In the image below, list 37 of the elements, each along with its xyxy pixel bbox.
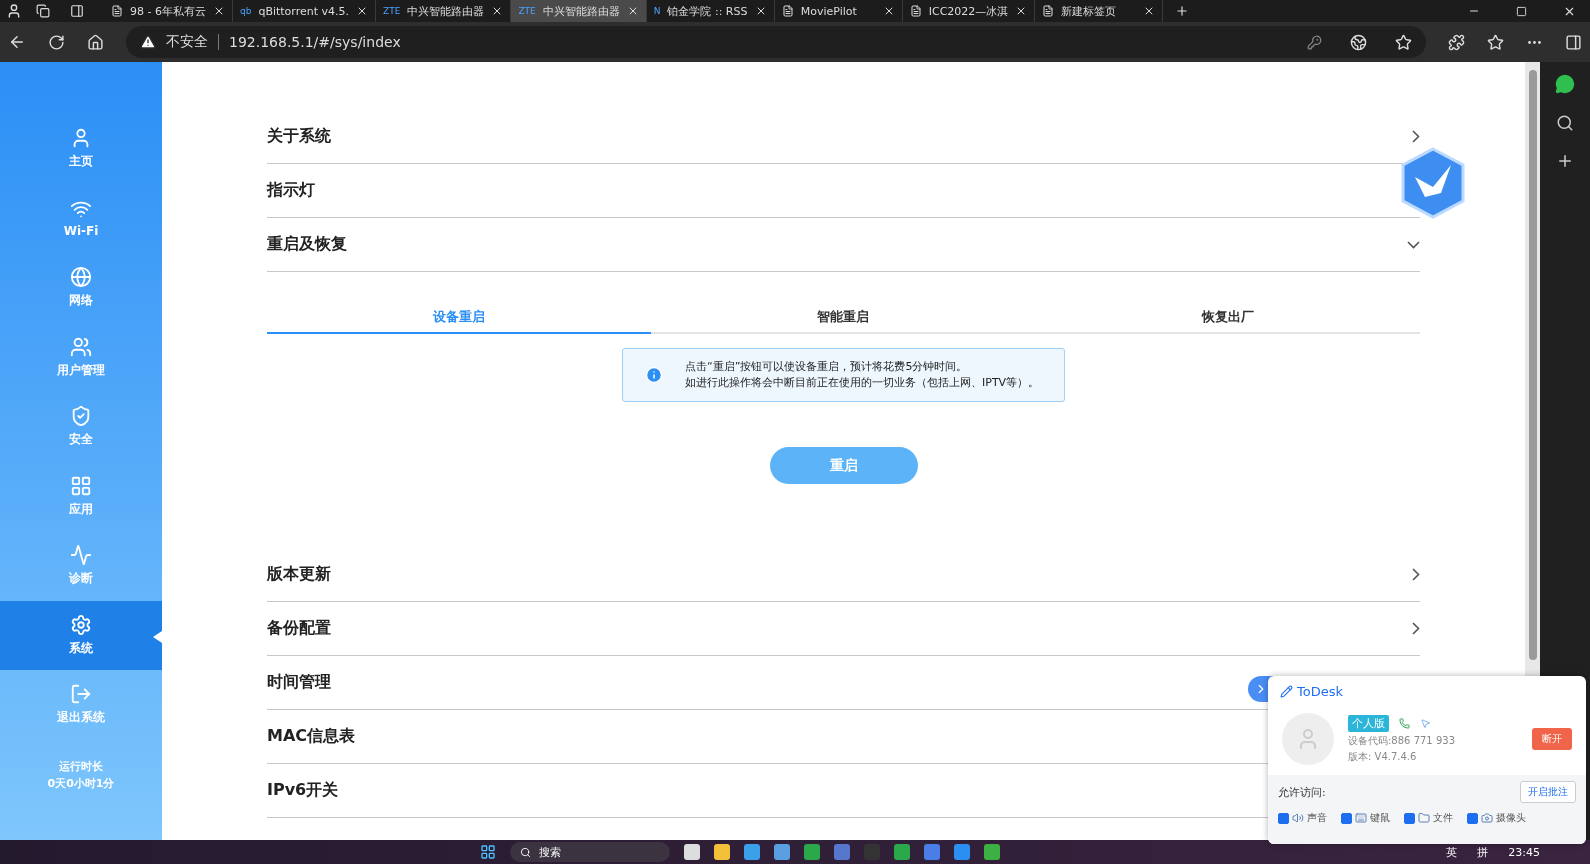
annotate-button[interactable]: 开启批注 — [1520, 781, 1576, 803]
favicon: N — [653, 6, 661, 16]
section-title[interactable]: 指示灯 — [267, 180, 315, 201]
taskbar-search[interactable]: 搜索 — [510, 842, 670, 862]
favicon: ZTE — [518, 6, 536, 16]
uptime-value: 0天0小时1分 — [47, 775, 115, 792]
uptime-label: 运行时长 — [59, 758, 103, 775]
browser-tab[interactable]: ZTE 中兴智能路由器 — [511, 0, 647, 22]
favicon: ZTE — [383, 6, 401, 16]
section-title[interactable]: 版本更新 — [267, 564, 331, 585]
restore-tab[interactable]: 恢复出厂 — [1035, 302, 1420, 334]
permission-label: 声音 — [1307, 811, 1327, 825]
section-title[interactable]: MAC信息表 — [267, 726, 356, 747]
sidebar-item[interactable]: 系统 — [0, 600, 162, 670]
edition-badge: 个人版 — [1348, 714, 1389, 732]
section-title[interactable]: 关于系统 — [267, 126, 331, 147]
url-text: 192.168.5.1/#/sys/index — [229, 34, 401, 50]
security-label[interactable]: 不安全 — [166, 33, 208, 51]
section-title[interactable]: 备份配置 — [267, 618, 331, 639]
notice-text: 如进行此操作将会中断目前正在使用的一切业务（包括上网、IPTV等）。 — [685, 375, 1040, 391]
device-code: 设备代码:886 771 933 — [1348, 733, 1456, 748]
permission-label: 文件 — [1433, 811, 1453, 825]
favicon: qb — [239, 6, 252, 16]
permission-label: 键鼠 — [1370, 811, 1390, 825]
version-text: 版本: V4.7.4.6 — [1348, 749, 1418, 764]
section-title[interactable]: IPv6开关 — [267, 780, 339, 801]
allow-label: 允许访问: — [1278, 784, 1326, 800]
address-field[interactable]: 不安全 192.168.5.1/#/sys/index — [126, 26, 1426, 58]
section-title[interactable]: 时间管理 — [267, 672, 331, 693]
ime-indicator[interactable]: 英 — [1446, 844, 1458, 860]
clock-text[interactable]: 23:45 — [1508, 845, 1540, 859]
permission-label: 摄像头 — [1496, 811, 1526, 825]
todesk-title: ToDesk — [1297, 684, 1343, 699]
ime-indicator[interactable]: 拼 — [1477, 844, 1489, 860]
section-title[interactable]: 重启及恢复 — [267, 234, 347, 255]
notice-text: 点击“重启”按钮可以使设备重启，预计将花费5分钟时间。 — [685, 359, 969, 375]
restore-tab[interactable]: 智能重启 — [651, 302, 1036, 334]
